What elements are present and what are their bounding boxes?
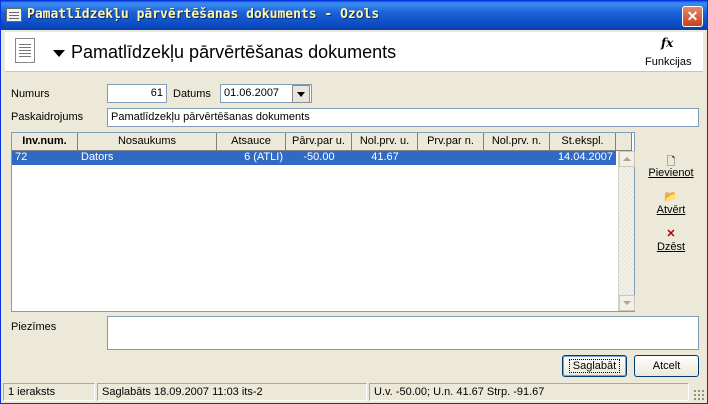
- cancel-button[interactable]: Atcelt: [634, 355, 699, 377]
- delete-button[interactable]: ✕ Dzēst: [641, 227, 701, 253]
- cell-st-ekspl: 14.04.2007: [557, 151, 613, 163]
- cell-nol-prv-u: 41.67: [371, 151, 399, 163]
- open-button[interactable]: 📂 Atvērt: [641, 190, 701, 216]
- datums-label: Datums: [173, 88, 211, 100]
- numurs-label: Numurs: [11, 88, 50, 100]
- scroll-up-button[interactable]: [619, 151, 635, 167]
- piezimes-label: Piezīmes: [11, 321, 57, 333]
- cell-atsauce: 6 (ATLI): [244, 151, 283, 163]
- items-table[interactable]: Inv.num. Nosaukums Atsauce Pārv.par u. N…: [11, 132, 635, 312]
- status-bar: 1 ieraksts Saglabāts 18.09.2007 11:03 it…: [1, 381, 707, 403]
- column-header-nol-prv-n[interactable]: Nol.prv. n.: [484, 133, 550, 151]
- cell-parv-par-u: -50.00: [303, 151, 335, 163]
- date-picker-button[interactable]: [292, 85, 310, 103]
- title-bar[interactable]: Pamatlīdzekļu pārvērtēšanas dokuments - …: [1, 1, 707, 30]
- dropdown-arrow-icon[interactable]: [53, 50, 65, 57]
- column-header-nosaukums[interactable]: Nosaukums: [78, 133, 217, 151]
- page-title: Pamatlīdzekļu pārvērtēšanas dokuments: [71, 42, 397, 62]
- column-header-atsauce[interactable]: Atsauce: [217, 133, 286, 151]
- cell-prv-par-n: [418, 151, 484, 165]
- column-header-parv-par-u[interactable]: Pārv.par u.: [286, 133, 352, 151]
- column-header-nol-prv-u[interactable]: Nol.prv. u.: [352, 133, 418, 151]
- resize-grip[interactable]: [693, 389, 705, 401]
- vertical-scrollbar[interactable]: [618, 151, 635, 311]
- add-button[interactable]: 🗋 Pievienot: [641, 153, 701, 179]
- window-title: Pamatlīdzekļu pārvērtēšanas dokuments - …: [27, 7, 380, 22]
- open-folder-icon: 📂: [664, 191, 678, 203]
- header-panel: Pamatlīdzekļu pārvērtēšanas dokuments fx…: [5, 32, 703, 72]
- table-row[interactable]: 72 Dators 6 (ATLI) -50.00 41.67 14.04.20…: [12, 151, 616, 165]
- document-icon: [6, 8, 22, 22]
- close-button[interactable]: ✕: [682, 6, 703, 27]
- open-button-label: Atvērt: [656, 204, 686, 216]
- save-button-label: Saglabāt: [568, 359, 621, 373]
- app-window: Pamatlīdzekļu pārvērtēšanas dokuments - …: [0, 0, 708, 404]
- cell-nol-prv-n: [484, 151, 550, 165]
- cell-nosaukums: Dators: [81, 151, 114, 163]
- document-icon: [15, 38, 35, 63]
- column-header-prv-par-n[interactable]: Prv.par n.: [418, 133, 484, 151]
- status-totals: U.v. -50.00; U.n. 41.67 Strp. -91.67: [369, 383, 689, 401]
- functions-button-label[interactable]: Funkcijas: [645, 56, 691, 68]
- status-count: 1 ieraksts: [3, 383, 95, 401]
- column-header-inv-num[interactable]: Inv.num.: [12, 133, 78, 151]
- delete-button-label: Dzēst: [656, 241, 686, 253]
- paskaidrojums-field[interactable]: Pamatlīdzekļu pārvērtēšanas dokuments: [107, 108, 699, 127]
- column-header-spacer: [616, 133, 632, 151]
- column-header-st-ekspl[interactable]: St.ekspl.: [550, 133, 616, 151]
- status-saved: Saglabāts 18.09.2007 11:03 its-2: [97, 383, 367, 401]
- numurs-field[interactable]: 61: [107, 84, 167, 103]
- datums-value: 01.06.2007: [224, 87, 280, 99]
- delete-icon: ✕: [666, 228, 676, 240]
- table-header: Inv.num. Nosaukums Atsauce Pārv.par u. N…: [12, 133, 632, 151]
- paskaidrojums-label: Paskaidrojums: [11, 111, 84, 123]
- add-button-label: Pievienot: [648, 167, 694, 179]
- scroll-down-button[interactable]: [619, 295, 635, 311]
- functions-icon[interactable]: fx: [661, 36, 673, 50]
- cell-inv-num: 72: [15, 151, 28, 163]
- save-button[interactable]: Saglabāt: [562, 355, 627, 377]
- new-document-icon: 🗋: [666, 156, 676, 168]
- piezimes-field[interactable]: [107, 316, 699, 350]
